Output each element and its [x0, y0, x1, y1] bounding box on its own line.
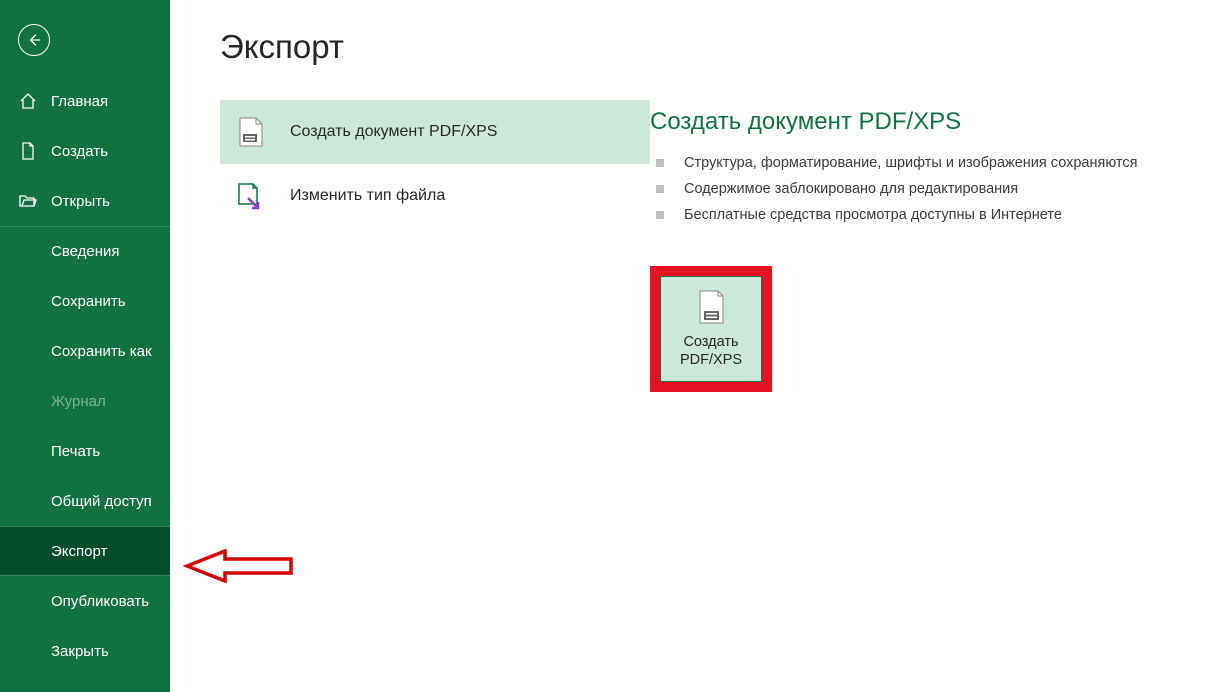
bullet-item: Бесплатные средства просмотра доступны в…	[650, 202, 1209, 228]
bullet-item: Содержимое заблокировано для редактирова…	[650, 176, 1209, 202]
sidebar-item-label: Опубликовать	[51, 593, 149, 610]
create-pdf-xps-button[interactable]: Создать PDF/XPS	[660, 276, 762, 382]
sidebar: Главная Создать Открыть Сведения Сохрани…	[0, 0, 170, 692]
export-options-column: Экспорт Создать документ PDF/XPS Измени	[220, 28, 650, 692]
app-root: Главная Создать Открыть Сведения Сохрани…	[0, 0, 1209, 692]
sidebar-item-label: Создать	[51, 143, 108, 160]
sidebar-item-new[interactable]: Создать	[0, 126, 170, 176]
pdf-document-icon	[234, 116, 266, 148]
change-file-type-icon	[234, 180, 266, 212]
bullet-item: Структура, форматирование, шрифты и изоб…	[650, 150, 1209, 176]
main-content: Экспорт Создать документ PDF/XPS Измени	[170, 0, 1209, 692]
back-arrow-icon	[27, 33, 41, 47]
feature-bullet-list: Структура, форматирование, шрифты и изоб…	[650, 150, 1209, 228]
sidebar-item-save-as[interactable]: Сохранить как	[0, 326, 170, 376]
sidebar-item-label: Экспорт	[51, 543, 107, 560]
option-change-file-type[interactable]: Изменить тип файла	[220, 164, 650, 228]
sidebar-item-history: Журнал	[0, 376, 170, 426]
sidebar-item-label: Закрыть	[51, 643, 109, 660]
annotation-highlight-box: Создать PDF/XPS	[650, 266, 772, 392]
sidebar-item-open[interactable]: Открыть	[0, 176, 170, 226]
back-button[interactable]	[18, 24, 50, 56]
sidebar-item-label: Печать	[51, 443, 100, 460]
pdf-document-icon	[696, 289, 726, 325]
folder-open-icon	[19, 192, 37, 210]
bullet-text: Структура, форматирование, шрифты и изоб…	[684, 150, 1137, 176]
sidebar-item-label: Главная	[51, 93, 108, 110]
sidebar-item-publish[interactable]: Опубликовать	[0, 576, 170, 626]
sidebar-item-label: Журнал	[51, 393, 106, 410]
page-title: Экспорт	[220, 28, 650, 66]
section-title: Создать документ PDF/XPS	[650, 108, 1209, 136]
sidebar-item-print[interactable]: Печать	[0, 426, 170, 476]
sidebar-item-label: Общий доступ	[51, 493, 152, 510]
sidebar-item-label: Сохранить	[51, 293, 126, 310]
bullet-text: Содержимое заблокировано для редактирова…	[684, 176, 1018, 202]
sidebar-item-label: Открыть	[51, 193, 110, 210]
export-details-column: Создать документ PDF/XPS Структура, форм…	[650, 28, 1209, 692]
sidebar-item-home[interactable]: Главная	[0, 76, 170, 126]
sidebar-item-info[interactable]: Сведения	[0, 226, 170, 276]
new-doc-icon	[19, 142, 37, 160]
sidebar-item-label: Сохранить как	[51, 343, 152, 360]
sidebar-item-close[interactable]: Закрыть	[0, 626, 170, 676]
bullet-text: Бесплатные средства просмотра доступны в…	[684, 202, 1062, 228]
option-create-pdf-xps[interactable]: Создать документ PDF/XPS	[220, 100, 650, 164]
sidebar-item-save[interactable]: Сохранить	[0, 276, 170, 326]
sidebar-item-export[interactable]: Экспорт	[0, 526, 170, 576]
sidebar-item-share[interactable]: Общий доступ	[0, 476, 170, 526]
option-label: Изменить тип файла	[290, 187, 445, 205]
button-label: Создать PDF/XPS	[680, 333, 742, 369]
sidebar-item-label: Сведения	[51, 243, 120, 260]
option-label: Создать документ PDF/XPS	[290, 123, 497, 141]
home-icon	[19, 92, 37, 110]
